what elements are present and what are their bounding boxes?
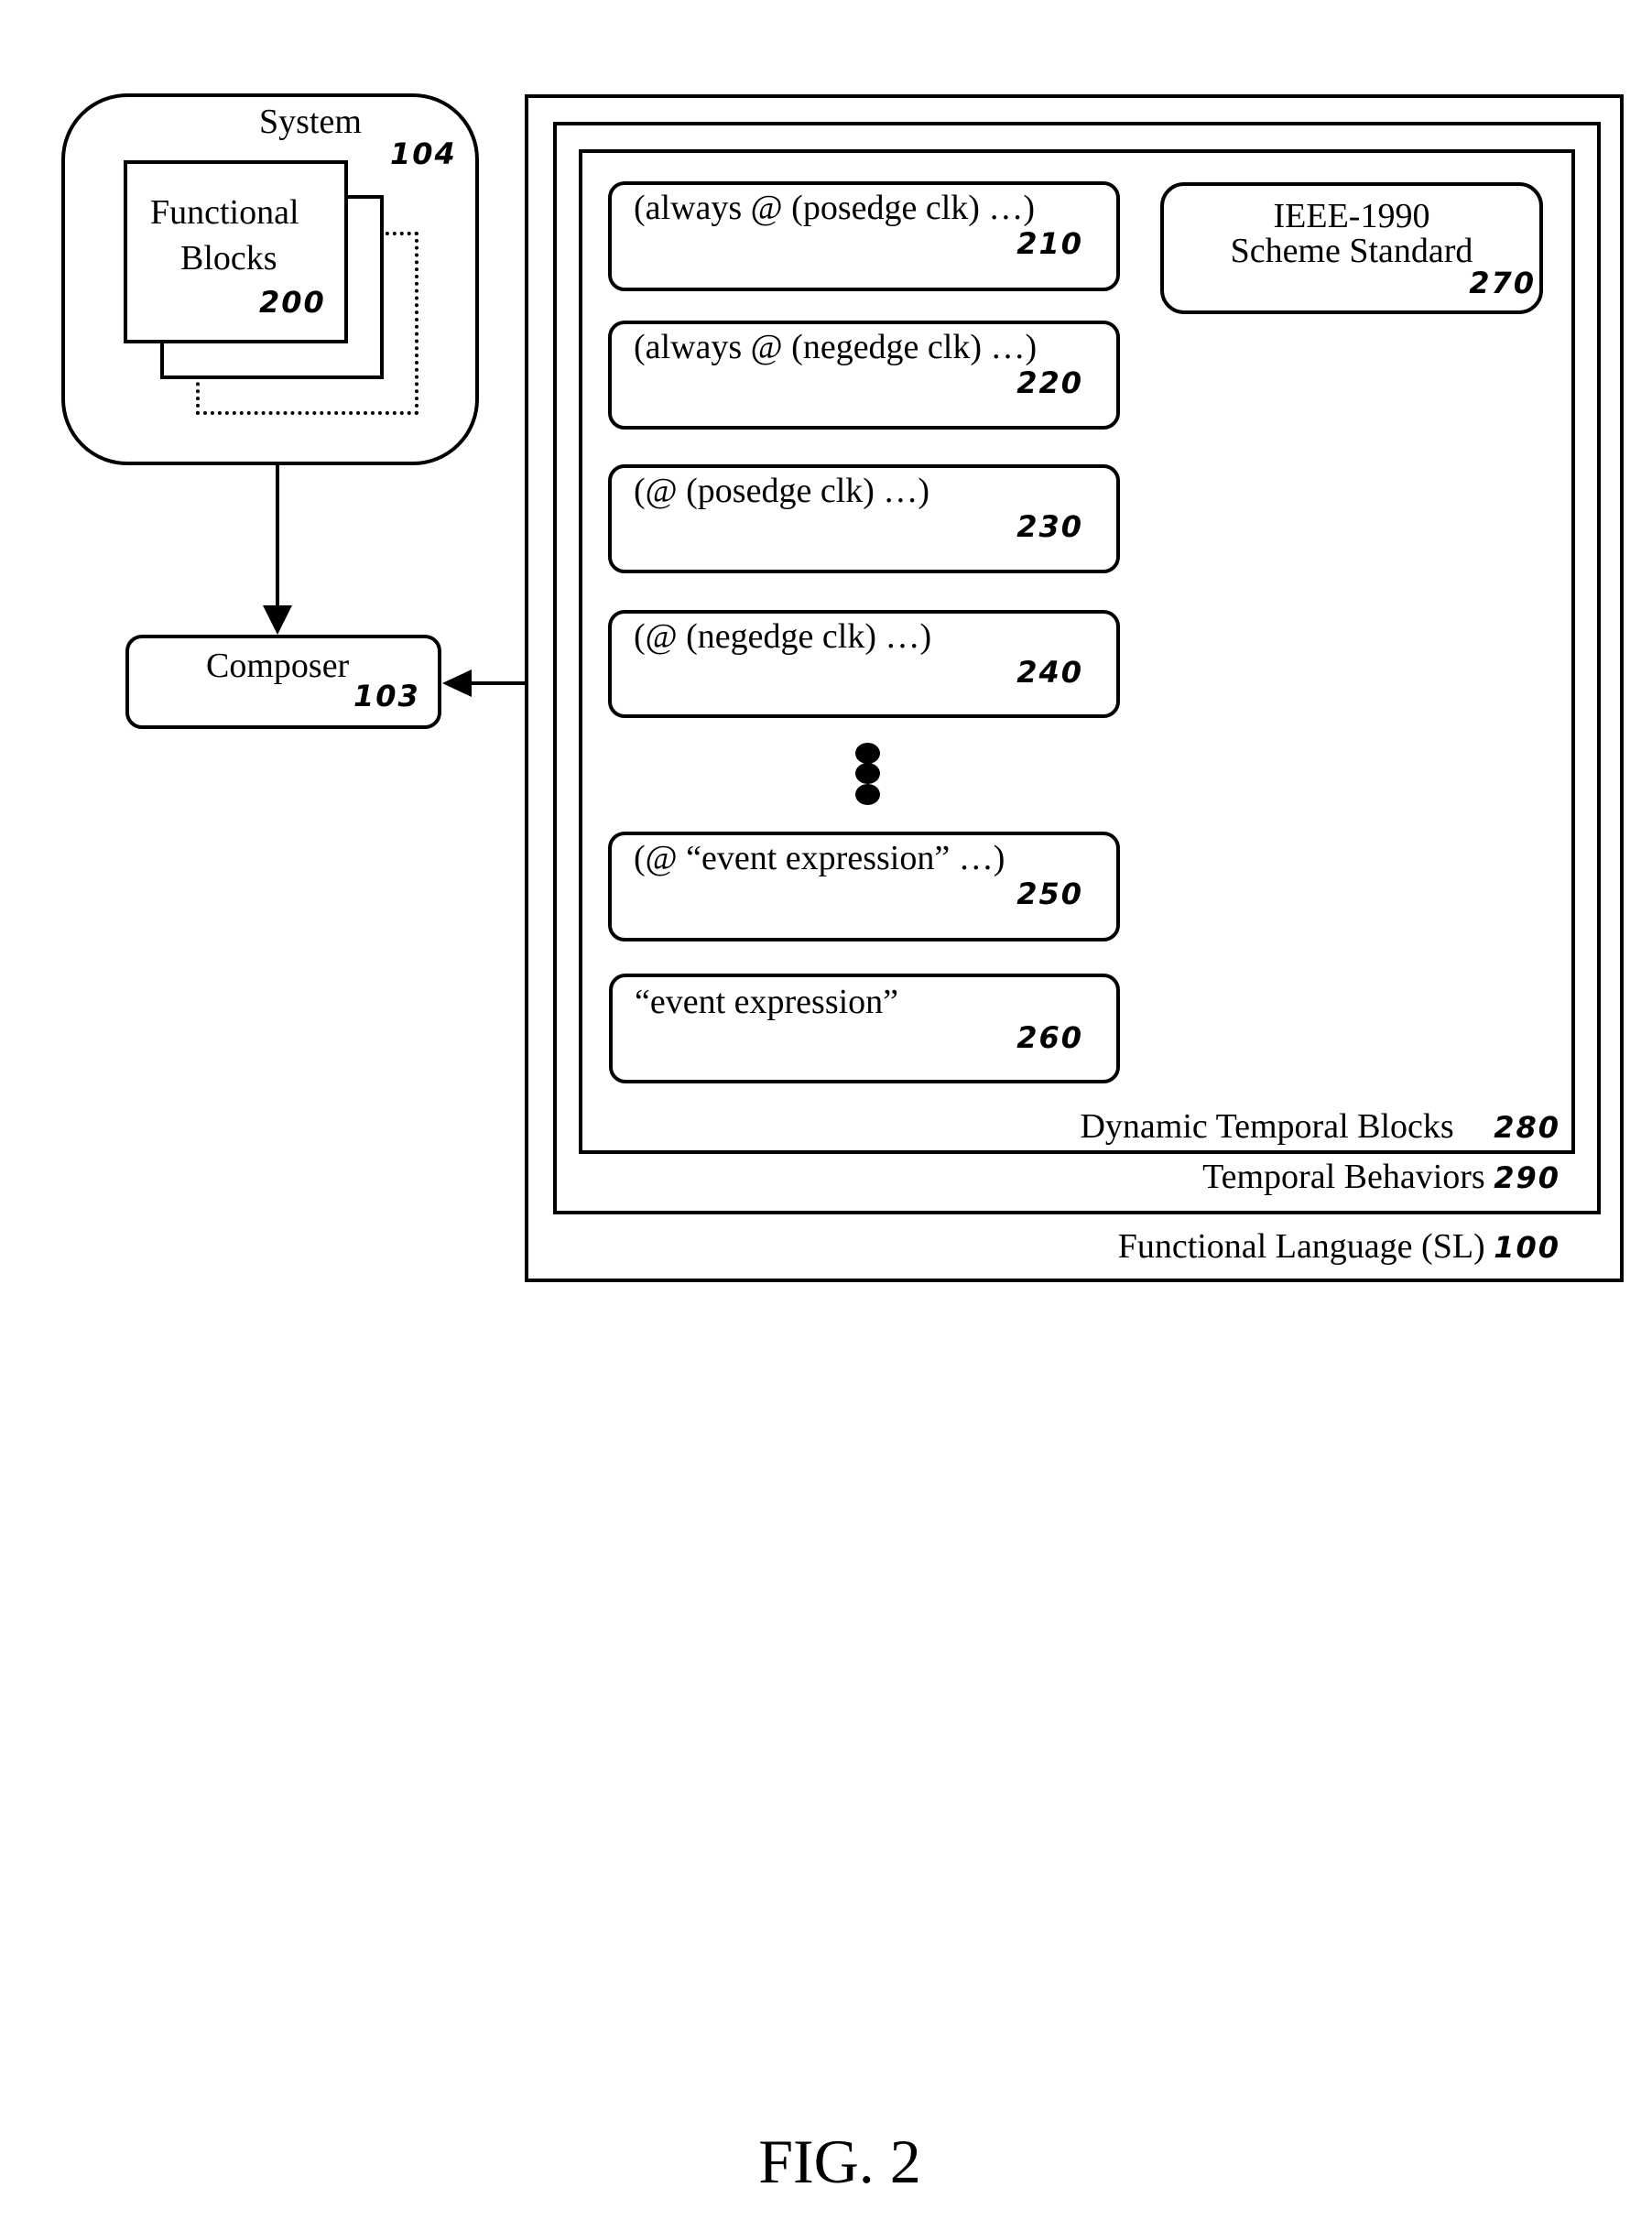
functional-blocks-ref: 200 — [259, 285, 326, 320]
arrowhead-left-icon — [442, 669, 472, 697]
temporal-block-text: (always @ (negedge clk) …) — [634, 328, 1038, 366]
temporal-block-240: (@ (negedge clk) …) 240 — [608, 610, 1120, 718]
temporal-block-ref: 250 — [1016, 876, 1083, 911]
language-to-composer-line — [469, 681, 526, 685]
system-to-composer-line — [276, 465, 279, 608]
temporal-block-210: (always @ (posedge clk) …) 210 — [608, 181, 1120, 291]
figure-caption: FIG. 2 — [758, 2127, 921, 2196]
temporal-behaviors-label: Temporal Behaviors — [1202, 1158, 1485, 1196]
functional-language-ref: 100 — [1494, 1230, 1560, 1265]
ellipsis-dot-icon — [855, 743, 880, 764]
ellipsis-dot-icon — [855, 763, 880, 784]
temporal-block-ref: 210 — [1016, 226, 1083, 261]
scheme-standard-line1: IEEE-1990 — [1273, 197, 1430, 235]
composer-title: Composer — [206, 647, 350, 685]
functional-blocks-line1: Functional — [150, 193, 299, 232]
temporal-block-ref: 240 — [1016, 655, 1083, 690]
composer-ref: 103 — [353, 679, 420, 713]
temporal-block-text: (@ “event expression” …) — [634, 839, 1005, 877]
system-title: System — [259, 103, 362, 141]
arrowhead-down-icon — [263, 605, 292, 635]
temporal-behaviors-caption: Temporal Behaviors 290 — [1202, 1159, 1560, 1194]
functional-blocks-line2: Blocks — [180, 239, 277, 278]
scheme-standard-box: IEEE-1990 Scheme Standard 270 — [1160, 182, 1543, 314]
temporal-behaviors-ref: 290 — [1494, 1160, 1560, 1195]
temporal-block-text: “event expression” — [635, 983, 899, 1021]
temporal-block-250: (@ “event expression” …) 250 — [608, 832, 1120, 941]
scheme-standard-line2: Scheme Standard — [1230, 232, 1473, 270]
temporal-block-ref: 220 — [1016, 365, 1083, 400]
functional-language-label: Functional Language (SL) — [1117, 1227, 1485, 1266]
temporal-block-text: (always @ (posedge clk) …) — [634, 189, 1036, 227]
temporal-block-text: (@ (negedge clk) …) — [634, 617, 932, 656]
dynamic-temporal-blocks-label: Dynamic Temporal Blocks — [1080, 1107, 1454, 1146]
functional-language-caption: Functional Language (SL) 100 — [1118, 1229, 1560, 1264]
temporal-block-220: (always @ (negedge clk) …) 220 — [608, 321, 1120, 430]
temporal-block-text: (@ (posedge clk) …) — [634, 472, 930, 510]
temporal-block-260: “event expression” 260 — [609, 974, 1120, 1083]
temporal-block-230: (@ (posedge clk) …) 230 — [608, 464, 1120, 573]
dynamic-temporal-blocks-caption: Dynamic Temporal Blocks 280 — [1080, 1109, 1560, 1144]
scheme-standard-ref: 270 — [1469, 266, 1536, 300]
system-ref: 104 — [390, 136, 457, 171]
temporal-block-ref: 230 — [1016, 509, 1083, 544]
dynamic-temporal-blocks-ref: 280 — [1494, 1110, 1560, 1145]
ellipsis-dot-icon — [855, 784, 880, 805]
temporal-block-ref: 260 — [1016, 1020, 1083, 1055]
